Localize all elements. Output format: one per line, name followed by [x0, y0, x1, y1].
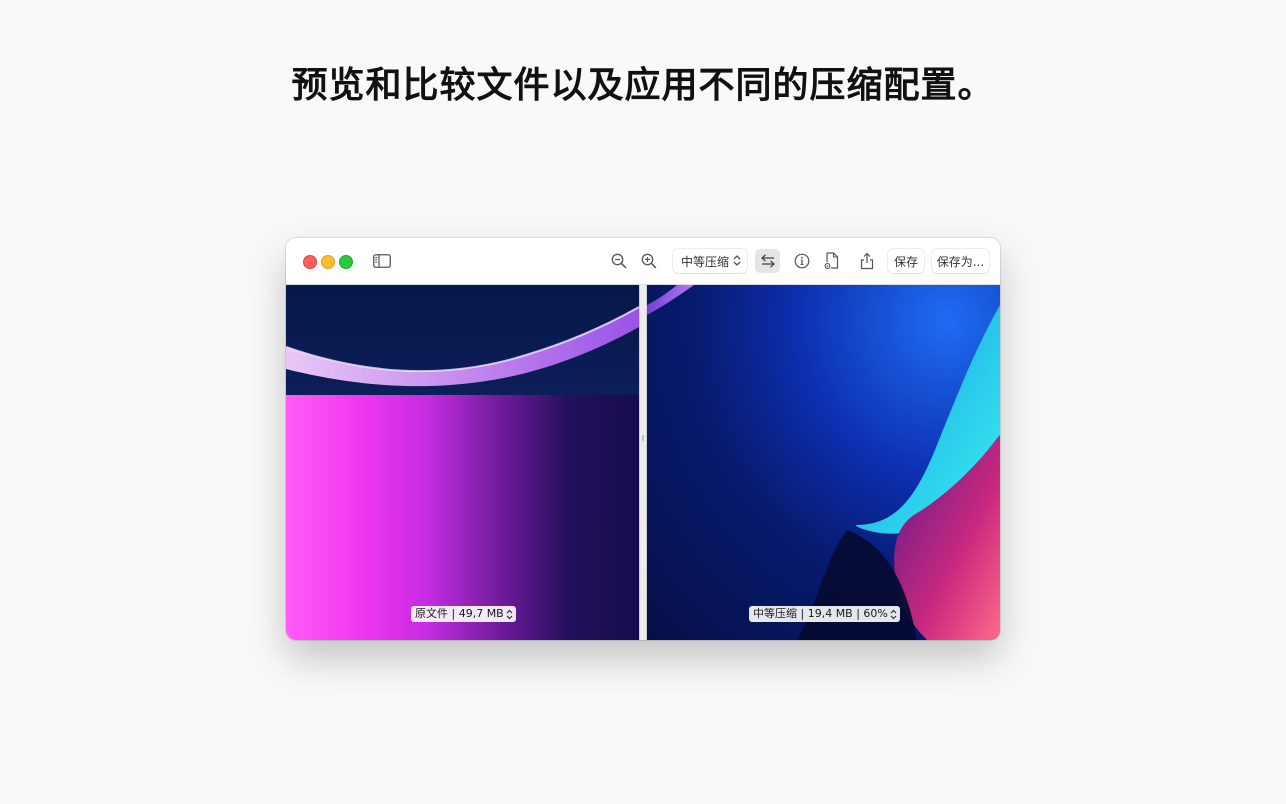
original-image-pane[interactable]: 原文件 | 49,7 MB	[286, 285, 639, 640]
divider-grip	[642, 435, 644, 441]
page-headline: 预览和比较文件以及应用不同的压缩配置。	[291, 65, 995, 106]
compression-preset-select[interactable]: 中等压缩	[673, 249, 747, 273]
close-window-button[interactable]	[303, 255, 317, 269]
zoom-in-icon[interactable]	[638, 251, 660, 271]
compressed-file-selector[interactable]: 中等压缩 | 19,4 MB | 60%	[749, 606, 900, 622]
chevron-updown-icon	[506, 609, 513, 619]
chevron-updown-icon	[890, 609, 897, 619]
info-icon[interactable]	[791, 251, 813, 271]
minimize-window-button[interactable]	[321, 255, 335, 269]
compare-divider-handle[interactable]	[639, 285, 647, 640]
share-icon[interactable]	[856, 251, 878, 271]
document-settings-icon[interactable]	[821, 251, 843, 271]
save-as-button[interactable]: 保存为...	[932, 249, 989, 273]
compressed-file-label: 中等压缩 | 19,4 MB | 60%	[753, 607, 888, 620]
app-window: 中等压缩 保存 保存为... 原文件 | 49,7 MB 中等压缩 | 19,4…	[286, 238, 1000, 640]
compressed-image-pane[interactable]: 中等压缩 | 19,4 MB | 60%	[647, 285, 1000, 640]
original-image-wave	[286, 306, 639, 387]
sidebar-toggle-icon[interactable]	[371, 251, 393, 271]
window-toolbar: 中等压缩 保存 保存为...	[286, 238, 1000, 285]
maximize-window-button[interactable]	[339, 255, 353, 269]
chevron-updown-icon	[733, 255, 741, 266]
swap-compare-button[interactable]	[755, 249, 780, 273]
original-file-selector[interactable]: 原文件 | 49,7 MB	[411, 606, 516, 622]
save-button[interactable]: 保存	[888, 249, 924, 273]
compressed-image-wave	[647, 285, 1000, 640]
swap-arrows-icon	[760, 254, 775, 268]
original-file-label: 原文件 | 49,7 MB	[415, 607, 504, 620]
compression-preset-value: 中等压缩	[681, 254, 730, 269]
zoom-out-icon[interactable]	[608, 251, 630, 271]
